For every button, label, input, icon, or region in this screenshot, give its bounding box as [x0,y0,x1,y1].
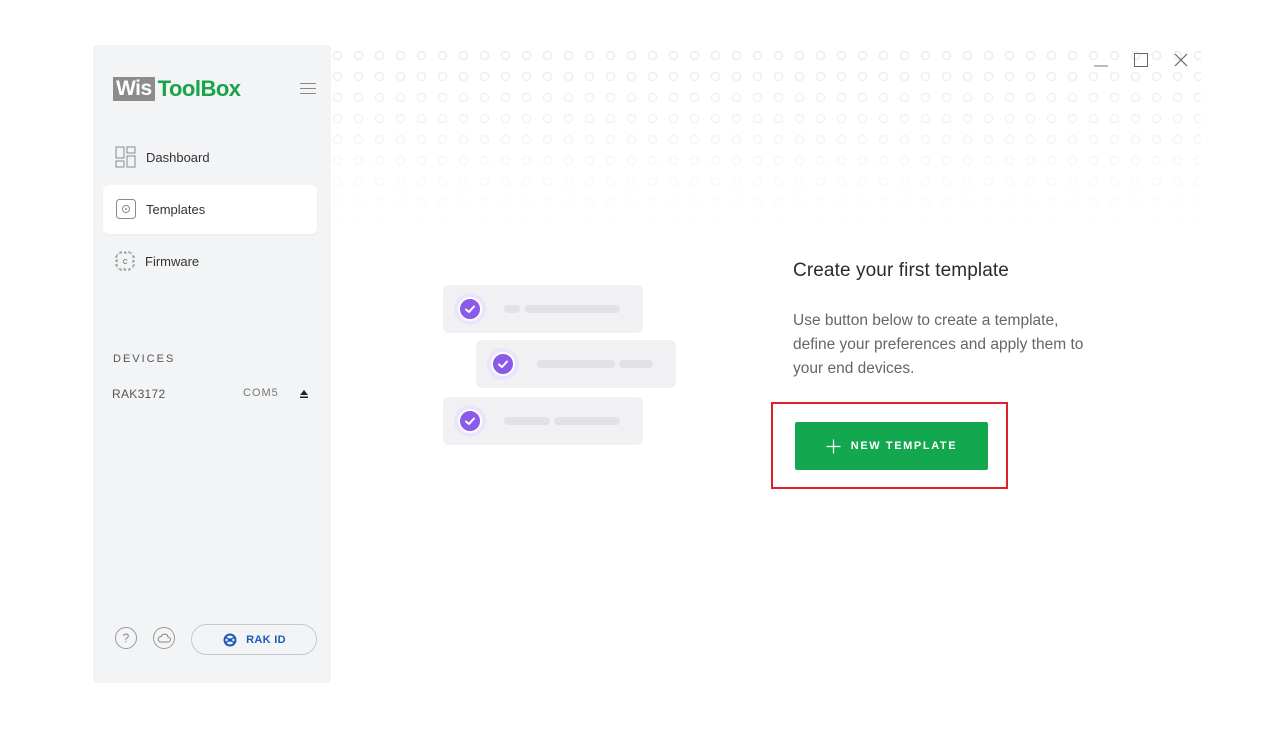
firmware-chip-icon [115,251,135,271]
hamburger-menu-icon[interactable] [300,83,316,95]
rak-id-button[interactable]: RAK ID [191,624,317,655]
sidebar-item-label: Dashboard [146,150,210,165]
sidebar-item-label: Firmware [145,254,200,269]
dashboard-icon [115,146,136,168]
help-button[interactable]: ? [115,627,137,649]
sidebar-item-label: Templates [146,202,206,217]
devices-section-title: DEVICES [113,353,176,365]
maximize-icon[interactable] [1133,52,1149,68]
plus-icon [826,439,841,453]
check-circle-icon [487,348,519,380]
eject-icon[interactable] [299,389,309,399]
cloud-icon [157,633,171,643]
new-template-label: NEW TEMPLATE [850,440,958,452]
close-icon[interactable] [1173,52,1189,68]
illustration-card [443,285,643,333]
sidebar-item-templates[interactable]: Templates [103,185,317,234]
illustration-card [476,340,676,388]
sidebar: Wis ToolBox Dashboard Templates Firmware… [93,45,331,683]
illustration-card [443,397,643,445]
page-description: Use button below to create a template, d… [793,312,1084,377]
cloud-button[interactable] [153,627,175,649]
wistoolbox-logo: Wis ToolBox [113,77,241,101]
sidebar-item-dashboard[interactable]: Dashboard [103,133,317,182]
rak-id-label: RAK ID [246,633,286,646]
rak-id-logo-icon [223,633,237,646]
new-template-button[interactable]: NEW TEMPLATE [795,422,988,470]
templates-icon [116,199,136,219]
sidebar-item-firmware[interactable]: Firmware [103,237,317,286]
check-circle-icon [454,405,486,437]
help-icon: ? [122,631,130,645]
logo-toolbox-text: ToolBox [157,76,241,101]
device-port: COM5 [243,387,279,399]
device-row[interactable]: RAK3172 COM5 [112,386,312,404]
page-title: Create your first template [793,260,1009,281]
background-dot-pattern [331,45,1201,235]
device-name: RAK3172 [112,387,166,401]
logo-wis-text: Wis [113,77,155,101]
check-circle-icon [454,293,486,325]
minimize-icon[interactable] [1093,52,1109,68]
